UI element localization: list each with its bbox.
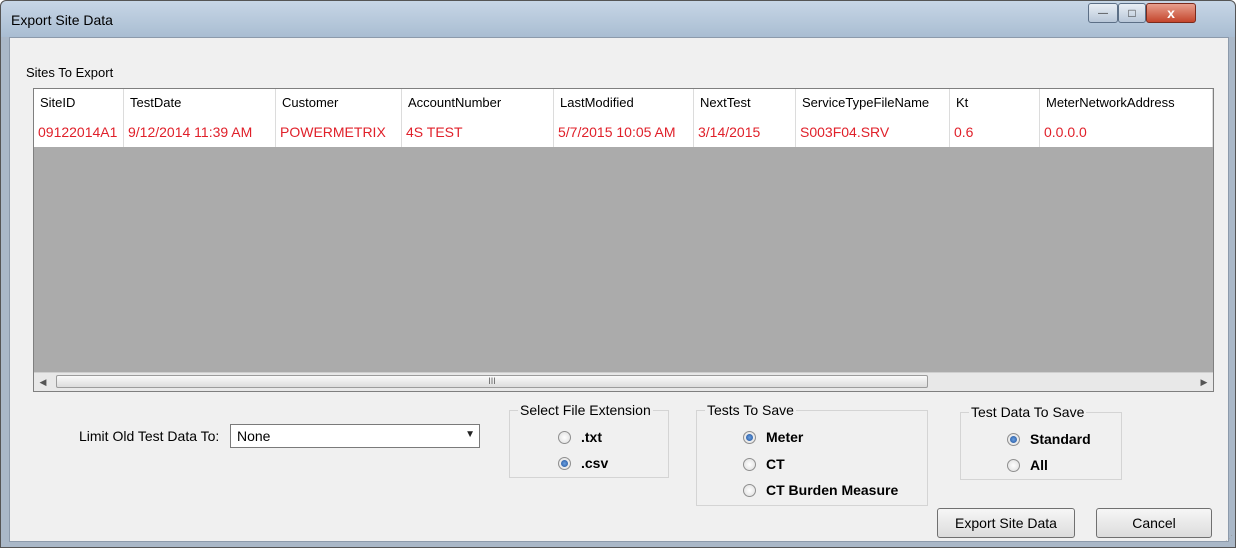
tests-to-save-title: Tests To Save: [705, 402, 796, 418]
close-button[interactable]: x: [1146, 3, 1196, 23]
radio-ct[interactable]: CT: [743, 456, 785, 472]
column-header-nexttest[interactable]: NextTest: [694, 89, 796, 117]
cell-siteid: 09122014A1: [34, 117, 124, 147]
minimize-icon: —: [1098, 7, 1108, 19]
cancel-button[interactable]: Cancel: [1096, 508, 1212, 538]
radio-meter[interactable]: Meter: [743, 429, 803, 445]
cell-servicetypefilename: S003F04.SRV: [796, 117, 950, 147]
close-icon: x: [1167, 5, 1175, 21]
radio-label: Meter: [766, 429, 804, 445]
column-header-lastmodified[interactable]: LastModified: [554, 89, 694, 117]
radio-label: .csv: [581, 455, 609, 471]
chevron-down-icon: ▼: [465, 429, 475, 440]
radio-button-icon: [1007, 458, 1020, 472]
radio-csv[interactable]: .csv: [558, 455, 608, 471]
radio-all[interactable]: All: [1007, 457, 1048, 473]
radio-button-selected-icon: [558, 456, 571, 470]
scroll-right-icon[interactable]: ▶: [1195, 373, 1213, 391]
column-header-servicetypefilename[interactable]: ServiceTypeFileName: [796, 89, 950, 117]
radio-button-selected-icon: [743, 430, 756, 444]
scroll-left-icon[interactable]: ◀: [34, 373, 52, 391]
sites-to-export-label: Sites To Export: [26, 65, 114, 80]
column-header-siteid[interactable]: SiteID: [34, 89, 124, 117]
radio-standard[interactable]: Standard: [1007, 431, 1091, 447]
cell-nexttest: 3/14/2015: [694, 117, 796, 147]
cell-customer: POWERMETRIX: [276, 117, 402, 147]
radio-button-icon: [743, 457, 756, 471]
limit-select-value: None: [237, 428, 271, 444]
limit-old-test-data-label: Limit Old Test Data To:: [79, 428, 220, 444]
export-site-data-button[interactable]: Export Site Data: [937, 508, 1075, 538]
cell-lastmodified: 5/7/2015 10:05 AM: [554, 117, 694, 147]
cell-meternetworkaddress: 0.0.0.0: [1040, 117, 1213, 147]
radio-button-icon: [558, 430, 571, 444]
maximize-icon: □: [1128, 6, 1136, 20]
radio-txt[interactable]: .txt: [558, 429, 602, 445]
column-header-testdate[interactable]: TestDate: [124, 89, 276, 117]
column-header-meternetworkaddress[interactable]: MeterNetworkAddress: [1040, 89, 1213, 117]
maximize-button[interactable]: □: [1118, 3, 1146, 23]
column-header-kt[interactable]: Kt: [950, 89, 1040, 117]
sites-grid[interactable]: SiteID TestDate Customer AccountNumber L…: [33, 88, 1214, 392]
radio-label: .txt: [581, 429, 602, 445]
radio-label: CT: [766, 456, 785, 472]
radio-button-selected-icon: [1007, 432, 1020, 446]
resize-grip-icon[interactable]: ⋰: [1225, 534, 1233, 543]
scroll-thumb[interactable]: III: [56, 375, 928, 388]
grid-header: SiteID TestDate Customer AccountNumber L…: [34, 89, 1213, 118]
cell-kt: 0.6: [950, 117, 1040, 147]
test-data-to-save-title: Test Data To Save: [969, 404, 1087, 420]
radio-label: All: [1030, 457, 1048, 473]
file-extension-group: Select File Extension .txt .csv: [509, 402, 669, 478]
radio-label: Standard: [1030, 431, 1091, 447]
horizontal-scrollbar[interactable]: ◀ III ▶: [34, 372, 1213, 391]
test-data-to-save-group: Test Data To Save Standard All: [960, 404, 1122, 480]
column-header-accountnumber[interactable]: AccountNumber: [402, 89, 554, 117]
tests-to-save-group: Tests To Save Meter CT CT Burden Measure: [696, 402, 928, 506]
limit-old-test-data-select[interactable]: None ▼: [230, 424, 480, 448]
title-bar[interactable]: Export Site Data — □ x: [1, 1, 1235, 37]
file-extension-title: Select File Extension: [518, 402, 653, 418]
window-title: Export Site Data: [11, 12, 113, 28]
radio-ct-burden-measure[interactable]: CT Burden Measure: [743, 482, 898, 498]
cell-testdate: 9/12/2014 11:39 AM: [124, 117, 276, 147]
table-row[interactable]: 09122014A1 9/12/2014 11:39 AM POWERMETRI…: [34, 117, 1213, 147]
radio-label: CT Burden Measure: [766, 482, 899, 498]
radio-button-icon: [743, 483, 756, 497]
minimize-button[interactable]: —: [1088, 3, 1118, 23]
column-header-customer[interactable]: Customer: [276, 89, 402, 117]
cell-accountnumber: 4S TEST: [402, 117, 554, 147]
